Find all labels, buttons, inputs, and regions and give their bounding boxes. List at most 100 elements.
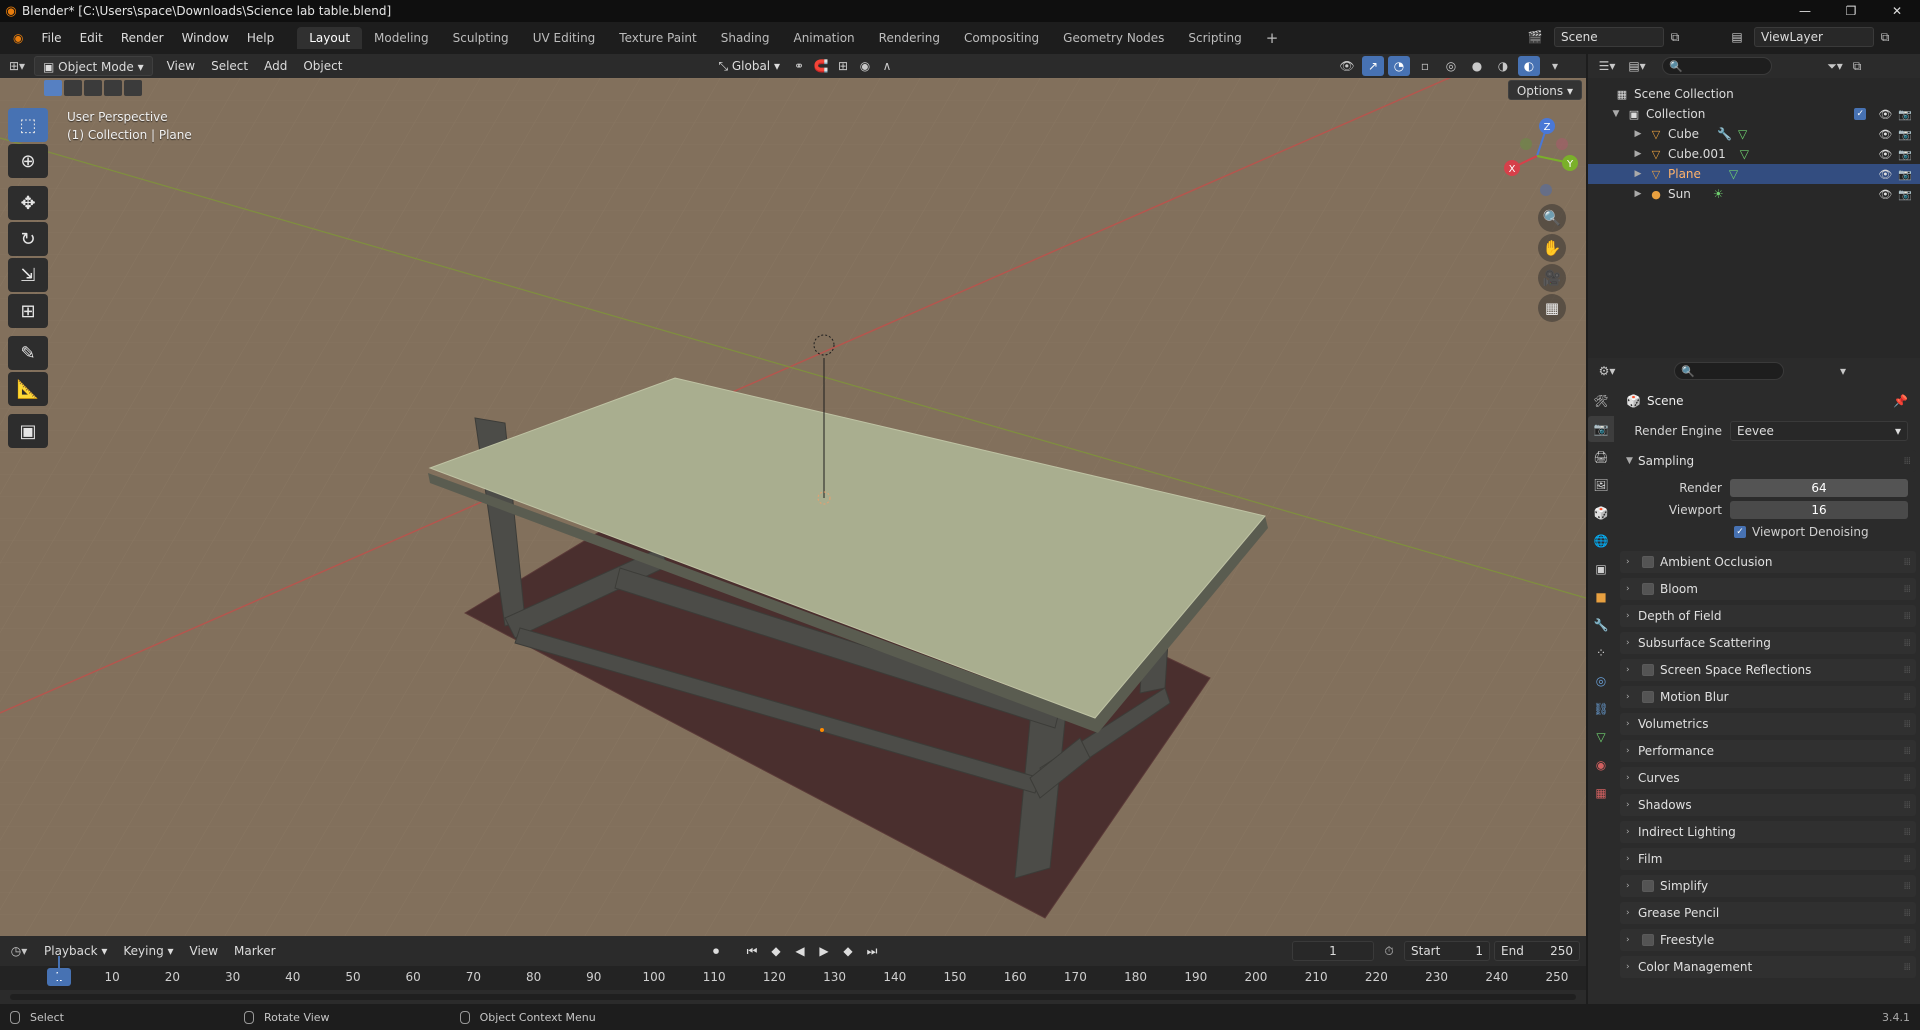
eye-icon[interactable]: 👁 [1878, 148, 1892, 161]
expand-arrow-icon[interactable]: ▶ [1632, 129, 1644, 139]
stopwatch-icon[interactable]: ⏱ [1378, 941, 1400, 961]
object-tab-icon[interactable]: ■ [1588, 584, 1614, 610]
timeline-editor-type-icon[interactable]: ◷▾ [8, 941, 30, 961]
menu-object[interactable]: Object [295, 56, 350, 76]
drag-handle-icon[interactable]: ⁞⁞⁞ [1903, 935, 1910, 946]
camera-icon[interactable]: 📷 [1898, 188, 1912, 201]
menu-marker[interactable]: Marker [226, 941, 283, 961]
mesh-data-icon[interactable]: ▽ [1740, 147, 1749, 161]
panel-screen-space-reflections[interactable]: › Screen Space Reflections ⁞⁞⁞ [1620, 659, 1916, 681]
pivot-icon[interactable]: ⚭ [788, 56, 810, 76]
wireframe-shading-icon[interactable]: ◎ [1440, 56, 1462, 76]
measure-tool[interactable]: 📐 [8, 372, 48, 406]
maximize-button[interactable]: ❐ [1828, 0, 1874, 22]
properties-options-icon[interactable]: ▾ [1832, 361, 1854, 381]
panel-curves[interactable]: › Curves ⁞⁞⁞ [1620, 767, 1916, 789]
scene-render[interactable] [0, 78, 1586, 936]
menu-view[interactable]: View [159, 56, 203, 76]
menu-file[interactable]: File [32, 31, 70, 45]
viewport-denoising-checkbox[interactable]: ✓ [1734, 526, 1746, 538]
shading-options-icon[interactable]: ▾ [1544, 56, 1566, 76]
data-tab-icon[interactable]: ▽ [1588, 724, 1614, 750]
tab-scripting[interactable]: Scripting [1176, 27, 1253, 49]
drag-handle-icon[interactable]: ⁞⁞⁞ [1903, 746, 1910, 757]
snap-target-icon[interactable]: ⊞ [832, 56, 854, 76]
select-subtract-icon[interactable] [84, 80, 102, 96]
tab-layout[interactable]: Layout [297, 27, 363, 49]
panel-enable-checkbox[interactable] [1642, 934, 1654, 946]
tab-compositing[interactable]: Compositing [952, 27, 1051, 49]
panel-freestyle[interactable]: › Freestyle ⁞⁞⁞ [1620, 929, 1916, 951]
display-mode-icon[interactable]: ▤▾ [1626, 56, 1648, 76]
blender-menu-icon[interactable]: ◉ [4, 31, 32, 45]
properties-search-input[interactable]: 🔍 [1674, 362, 1784, 380]
drag-handle-icon[interactable]: ⁞⁞⁞ [1903, 692, 1910, 703]
tab-rendering[interactable]: Rendering [867, 27, 952, 49]
menu-playback[interactable]: Playback ▾ [36, 941, 115, 961]
scene-tab-icon[interactable]: 🎲 [1588, 500, 1614, 526]
drag-handle-icon[interactable]: ⁞⁞⁞ [1903, 908, 1910, 919]
jump-start-icon[interactable]: ⏮ [741, 942, 763, 960]
tab-shading[interactable]: Shading [709, 27, 782, 49]
filter-icon[interactable]: ⏷▾ [1824, 56, 1846, 76]
close-button[interactable]: ✕ [1874, 0, 1920, 22]
tab-animation[interactable]: Animation [781, 27, 866, 49]
panel-performance[interactable]: › Performance ⁞⁞⁞ [1620, 740, 1916, 762]
falloff-icon[interactable]: ∧ [876, 56, 898, 76]
outliner-search-input[interactable]: 🔍 [1662, 57, 1772, 75]
start-frame-field[interactable]: Start 1 [1404, 941, 1490, 961]
panel-color-management[interactable]: › Color Management ⁞⁞⁞ [1620, 956, 1916, 978]
proportional-edit-icon[interactable]: ◉ [854, 56, 876, 76]
tab-modeling[interactable]: Modeling [362, 27, 441, 49]
menu-edit[interactable]: Edit [71, 31, 112, 45]
menu-select[interactable]: Select [203, 56, 256, 76]
solid-shading-icon[interactable]: ● [1466, 56, 1488, 76]
menu-window[interactable]: Window [173, 31, 238, 45]
new-collection-icon[interactable]: ⧉ [1846, 56, 1868, 76]
collection-checkbox[interactable]: ✓ [1854, 107, 1867, 120]
outliner-item-plane[interactable]: ▶ ▽ Plane ▽ 👁 📷 [1588, 164, 1920, 184]
outliner-item-cube-001[interactable]: ▶ ▽ Cube.001 ▽ 👁 📷 [1588, 144, 1920, 164]
tool-tab-icon[interactable]: 🛠 [1588, 388, 1614, 414]
pan-hand-icon[interactable]: ✋ [1538, 234, 1566, 262]
xray-icon[interactable]: ▫ [1414, 56, 1436, 76]
rendered-shading-icon[interactable]: ◐ [1518, 56, 1540, 76]
sun-data-icon[interactable]: ☀ [1713, 187, 1724, 201]
zoom-icon[interactable]: 🔍 [1538, 204, 1566, 232]
add-cube-tool[interactable]: ▣ [8, 414, 48, 448]
eye-icon[interactable]: 👁 [1878, 188, 1892, 201]
panel-depth-of-field[interactable]: › Depth of Field ⁞⁞⁞ [1620, 605, 1916, 627]
panel-film[interactable]: › Film ⁞⁞⁞ [1620, 848, 1916, 870]
select-intersect-icon[interactable] [124, 80, 142, 96]
scene-collection-row[interactable]: ▦ Scene Collection [1588, 84, 1920, 104]
rotate-tool[interactable]: ↻ [8, 222, 48, 256]
record-icon[interactable]: ⏺ [705, 942, 727, 960]
gizmo-toggle-icon[interactable]: ↗ [1362, 56, 1384, 76]
cursor-tool[interactable]: ⊕ [8, 144, 48, 178]
eye-icon[interactable]: 👁 [1878, 128, 1892, 141]
select-new-icon[interactable] [44, 80, 62, 96]
menu-render[interactable]: Render [112, 31, 173, 45]
play-icon[interactable]: ▶ [813, 942, 835, 960]
outliner-item-cube[interactable]: ▶ ▽ Cube 🔧 ▽ 👁 📷 [1588, 124, 1920, 144]
drag-handle-icon[interactable]: ⁞⁞⁞ [1903, 557, 1910, 568]
particles-tab-icon[interactable]: ⁘ [1588, 640, 1614, 666]
tab-texture-paint[interactable]: Texture Paint [607, 27, 708, 49]
drag-handle-icon[interactable]: ⁞⁞⁞ [1903, 854, 1910, 865]
camera-view-icon[interactable]: 🎥 [1538, 264, 1566, 292]
physics-tab-icon[interactable]: ◎ [1588, 668, 1614, 694]
texture-tab-icon[interactable]: ▦ [1588, 780, 1614, 806]
material-shading-icon[interactable]: ◑ [1492, 56, 1514, 76]
properties-editor-type-icon[interactable]: ⚙▾ [1596, 361, 1618, 381]
drag-handle-icon[interactable]: ⁞⁞⁞ [1903, 719, 1910, 730]
new-scene-icon[interactable]: ⧉ [1664, 27, 1686, 47]
end-frame-field[interactable]: End 250 [1494, 941, 1580, 961]
ortho-toggle-icon[interactable]: ▦ [1538, 294, 1566, 322]
world-tab-icon[interactable]: 🌐 [1588, 528, 1614, 554]
drag-handle-icon[interactable]: ⁞⁞⁞ [1903, 881, 1910, 892]
menu-help[interactable]: Help [238, 31, 283, 45]
next-keyframe-icon[interactable]: ◆ [837, 942, 859, 960]
select-invert-icon[interactable] [104, 80, 122, 96]
panel-grease-pencil[interactable]: › Grease Pencil ⁞⁞⁞ [1620, 902, 1916, 924]
panel-shadows[interactable]: › Shadows ⁞⁞⁞ [1620, 794, 1916, 816]
